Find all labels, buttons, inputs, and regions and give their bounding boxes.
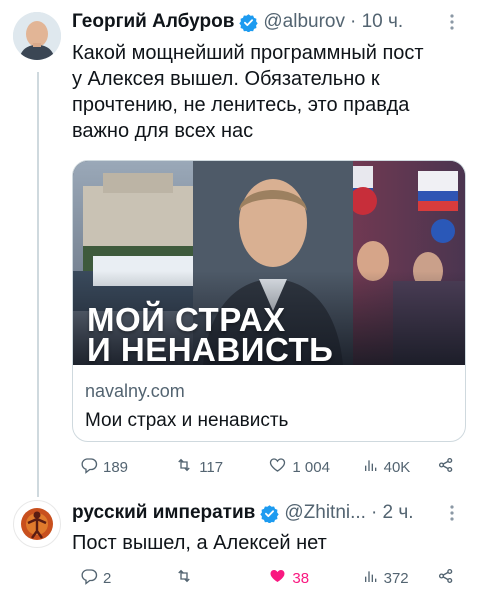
tweet-text-line: прочтению, не ленитесь, это правда — [72, 94, 410, 116]
more-icon[interactable] — [449, 505, 455, 526]
tweet-text-line: у Алексея вышел. Обязательно к — [72, 68, 380, 90]
tweet-text-line: важно для всех нас — [72, 120, 254, 142]
share-button[interactable] — [437, 456, 460, 478]
avatar[interactable] — [13, 12, 61, 60]
action-bar: 189 117 1 004 40K — [80, 456, 460, 478]
reply-button[interactable]: 189 — [80, 456, 174, 478]
link-card[interactable]: МОЙ СТРАХ И НЕНАВИСТЬ navalny.com Мои ст… — [72, 160, 466, 442]
views-icon — [363, 457, 384, 477]
reply-count: 2 — [103, 569, 112, 587]
tweet-header: русский императив @Zhitni... · 2 ч. — [72, 502, 414, 524]
share-icon — [437, 456, 460, 478]
card-domain: navalny.com — [85, 381, 185, 401]
like-icon — [268, 567, 292, 589]
author-name[interactable]: русский императив — [72, 502, 255, 524]
views-count: 372 — [383, 569, 409, 587]
reply-button[interactable]: 2 — [80, 567, 174, 589]
action-bar: 2 38 372 — [80, 567, 460, 589]
repost-button[interactable] — [174, 567, 268, 589]
author-name[interactable]: Георгий Албуров — [72, 11, 234, 33]
reply-count: 189 — [103, 458, 129, 476]
share-button[interactable] — [437, 567, 460, 589]
repost-button[interactable]: 117 — [174, 456, 268, 478]
views-count: 40K — [383, 458, 411, 476]
share-icon — [437, 567, 460, 589]
tweet-time[interactable]: · 10 ч. — [350, 11, 403, 33]
like-button[interactable]: 38 — [268, 567, 362, 589]
card-image: МОЙ СТРАХ И НЕНАВИСТЬ — [73, 161, 465, 366]
author-handle[interactable]: @alburov — [263, 11, 345, 33]
tweet-text-line: Какой мощнейший программный пост — [72, 42, 424, 64]
thread-line — [37, 72, 39, 497]
reply-icon — [80, 567, 103, 589]
like-icon — [268, 456, 292, 478]
avatar[interactable] — [13, 500, 61, 548]
repost-icon — [174, 456, 199, 478]
tweet-text: Какой мощнейший программный пост у Алекс… — [72, 40, 472, 144]
like-count: 38 — [292, 569, 310, 587]
like-button[interactable]: 1 004 — [268, 456, 362, 478]
repost-count: 117 — [199, 458, 224, 476]
repost-icon — [174, 567, 199, 589]
tweet-text: Пост вышел, а Алексей нет — [72, 532, 327, 554]
verified-badge-icon — [239, 13, 259, 32]
author-handle[interactable]: @Zhitni... — [284, 502, 366, 524]
more-icon[interactable] — [449, 14, 455, 35]
like-count: 1 004 — [292, 458, 330, 476]
views-icon — [363, 568, 384, 588]
views-button[interactable]: 372 — [363, 568, 437, 588]
card-headline: И НЕНАВИСТЬ — [87, 331, 334, 366]
views-button[interactable]: 40K — [363, 457, 437, 477]
tweet-header: Георгий Албуров @alburov · 10 ч. — [72, 11, 403, 33]
verified-badge-icon — [260, 504, 280, 523]
card-title: Мои страх и ненависть — [85, 410, 289, 431]
reply-icon — [80, 456, 103, 478]
tweet-time[interactable]: · 2 ч. — [371, 502, 414, 524]
